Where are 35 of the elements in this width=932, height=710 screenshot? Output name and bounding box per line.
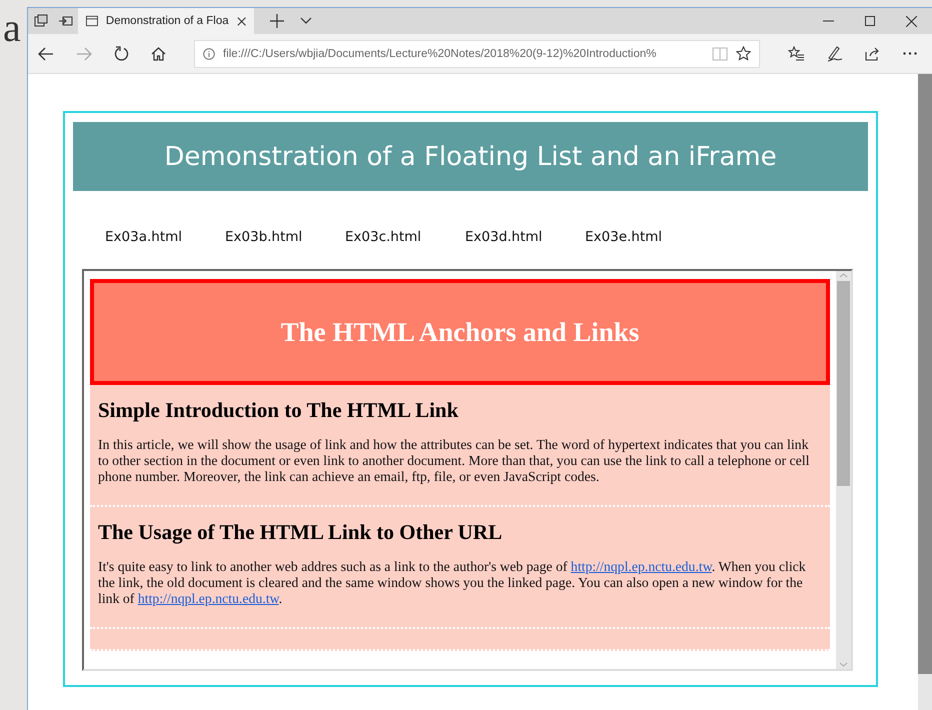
nav-link[interactable]: Ex03e.html xyxy=(585,229,705,247)
section-heading: Simple Introduction to The HTML Link xyxy=(98,398,460,423)
more-icon[interactable] xyxy=(903,52,917,55)
star-icon[interactable] xyxy=(736,46,751,61)
back-arrow-icon[interactable] xyxy=(38,46,54,60)
nav-link[interactable]: Ex03b.html xyxy=(225,229,345,247)
pen-icon[interactable] xyxy=(827,46,843,62)
close-icon[interactable] xyxy=(236,16,246,26)
paragraph: In this article, we will show the usage of link and how the attributes can be set. The word of hypertext indicates that you can link to other section in the document or even link to another document. More than that, you can use the link to call a telephone or cell phone number. Moreover, the link can achieve an email, ftp, file, or even JavaScript codes. xyxy=(98,437,810,485)
new-tab-icon[interactable] xyxy=(270,14,284,28)
nav-link[interactable]: Ex03c.html xyxy=(345,229,465,247)
page-title: Demonstration of a Floating List and an iFrame xyxy=(164,142,777,172)
info-icon[interactable] xyxy=(203,48,215,60)
minimize-icon[interactable] xyxy=(823,20,834,22)
nav-link[interactable]: Ex03a.html xyxy=(105,229,225,247)
scrollbar[interactable] xyxy=(918,74,932,710)
home-icon[interactable] xyxy=(151,46,166,60)
page-icon xyxy=(86,15,98,27)
link[interactable]: http://nqpl.ep.nctu.edu.tw xyxy=(138,591,279,606)
address-bar[interactable]: file:///C:/Users/wbjia/Documents/Lecture%20Notes/2018%20(9-12)%20Introduction% xyxy=(194,40,760,68)
section-heading: The Usage of The HTML Link to Other URL xyxy=(98,520,504,545)
paragraph: It's quite easy to link to another web addres such as a link to the author's web page of http://nqpl.ep.nctu.edu.tw. When you click the link, the old document is cleared and the same window shows you the linked page. You can also open a new window for the link of http://nqpl.ep.nctu.edu.tw. xyxy=(98,559,807,607)
chevron-down-icon[interactable] xyxy=(300,17,312,25)
maximize-icon[interactable] xyxy=(865,16,875,26)
favorites-icon[interactable] xyxy=(788,46,805,61)
close-icon[interactable] xyxy=(906,16,917,26)
frame-heading: The HTML Anchors and Links xyxy=(280,316,640,348)
share-icon[interactable] xyxy=(865,46,881,60)
refresh-icon[interactable] xyxy=(114,46,129,61)
tab-title: Demonstration of a Floa xyxy=(106,15,229,27)
link[interactable]: http://nqpl.ep.nctu.edu.tw xyxy=(570,559,712,574)
url-text: file:///C:/Users/wbjia/Documents/Lecture%20Notes/2018%20(9-12)%20Introduction% xyxy=(223,48,658,60)
background-letter: a xyxy=(3,8,21,48)
nav-link[interactable]: Ex03d.html xyxy=(465,229,585,247)
browser-tab[interactable]: Demonstration of a Floa xyxy=(78,8,254,34)
